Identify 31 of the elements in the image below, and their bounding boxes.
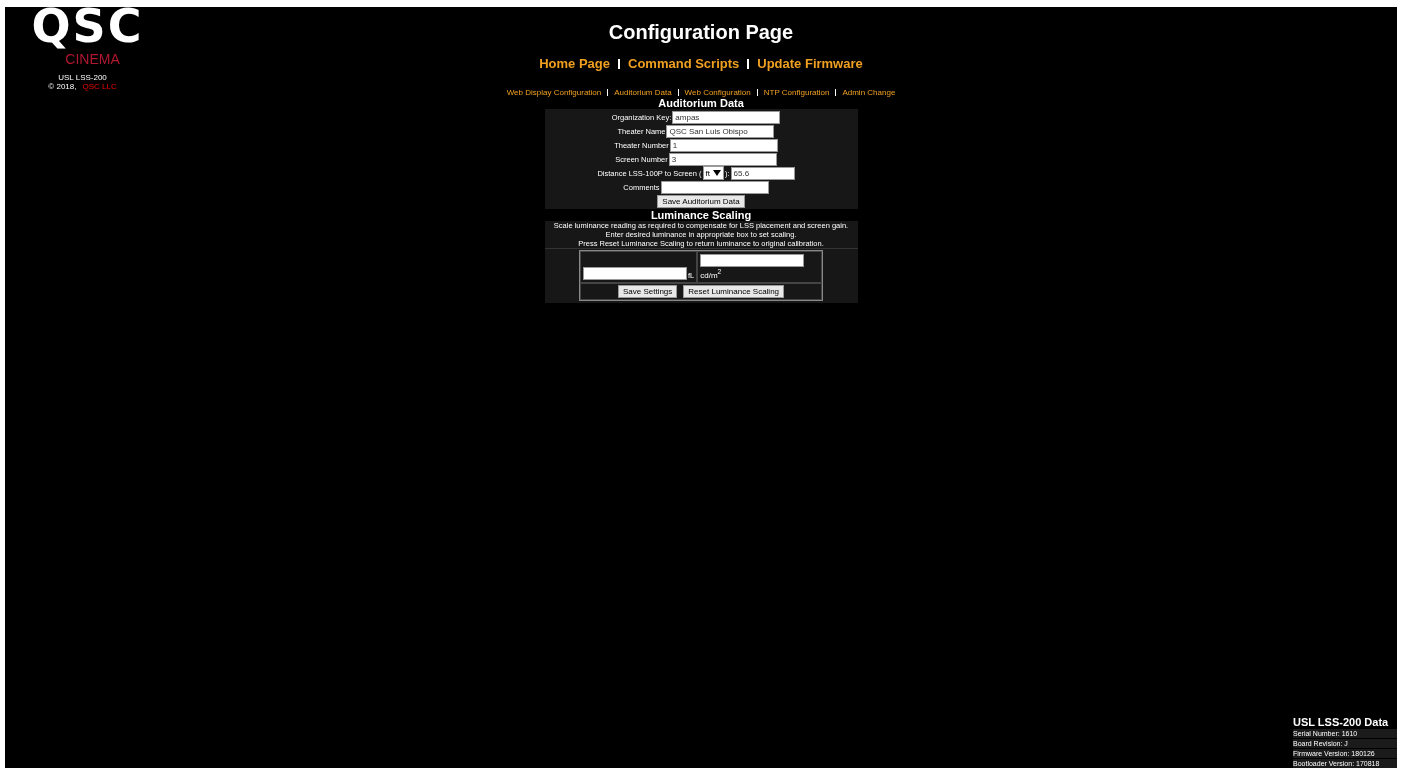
nav-link[interactable]: Web Display Configuration	[506, 88, 602, 97]
device-title: USL LSS-200 Data	[1293, 716, 1390, 728]
nav-link[interactable]: Home Page	[539, 56, 611, 71]
section-heading: Luminance Scaling	[650, 209, 752, 221]
action-button[interactable]: Save Settings	[617, 284, 678, 298]
caret-icon	[712, 170, 721, 176]
nav-link[interactable]: Auditorium Data	[614, 88, 672, 97]
input-field[interactable]: 1	[669, 138, 778, 152]
input-field[interactable]: 65.6	[730, 166, 795, 180]
input-field[interactable]: ampas	[672, 110, 781, 124]
nav-link[interactable]: Command Scripts	[628, 56, 740, 71]
input-field[interactable]: QSC San Luis Obispo	[666, 124, 775, 138]
input-field[interactable]	[700, 254, 805, 267]
input-field[interactable]	[660, 180, 769, 194]
logo-subtitle: CINEMA	[65, 51, 120, 67]
nav-link[interactable]: Update Firmware	[757, 56, 863, 71]
page-title: Configuration Page	[608, 21, 794, 44]
unit-select[interactable]: ft	[702, 166, 724, 180]
logo-mark: QSC	[31, 3, 144, 49]
model-name: USL LSS-200	[58, 73, 107, 82]
section-heading: Auditorium Data	[658, 97, 744, 109]
company-link[interactable]: QSC LLC	[82, 82, 117, 91]
input-field[interactable]: 3	[668, 152, 777, 166]
action-button[interactable]: Reset Luminance Scaling	[683, 284, 785, 298]
nav-link[interactable]: NTP Configuration	[763, 88, 830, 97]
nav-link[interactable]: Web Configuration	[684, 88, 751, 97]
save-button[interactable]: Save Auditorium Data	[657, 195, 745, 208]
input-field[interactable]	[583, 266, 687, 280]
copyright-text: © 2018,	[48, 82, 77, 91]
unit-label: cd/m$^{2}$	[700, 268, 722, 280]
nav-link[interactable]: Admin Change	[842, 88, 896, 97]
